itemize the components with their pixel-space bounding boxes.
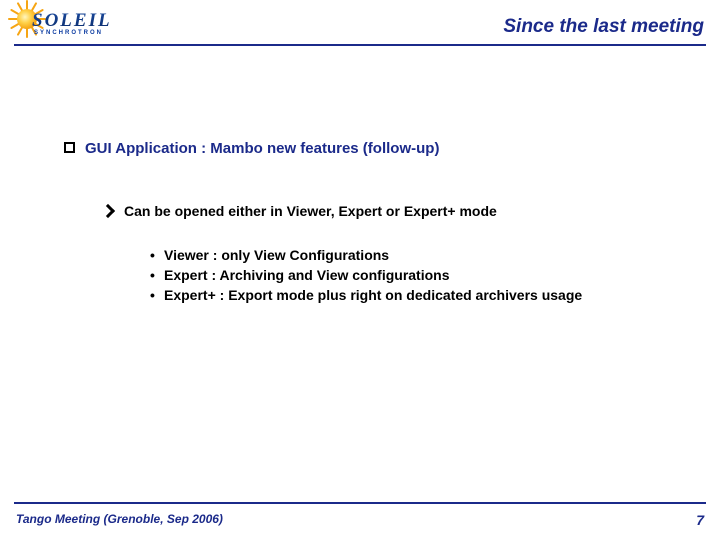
dot-bullet-icon: • bbox=[150, 267, 164, 283]
list-item-text: Viewer : only View Configurations bbox=[164, 247, 389, 263]
slide: SOLEIL SYNCHROTRON Since the last meetin… bbox=[0, 0, 720, 540]
soleil-logo: SOLEIL SYNCHROTRON bbox=[10, 2, 100, 46]
arrow-icon bbox=[102, 205, 114, 217]
logo-word: SOLEIL bbox=[32, 10, 112, 32]
footer-rule bbox=[14, 502, 706, 504]
page-title: Since the last meeting bbox=[503, 16, 704, 38]
header: SOLEIL SYNCHROTRON Since the last meetin… bbox=[0, 0, 720, 48]
content: GUI Application : Mambo new features (fo… bbox=[0, 140, 720, 307]
dot-bullet-icon: • bbox=[150, 287, 164, 303]
heading-text: GUI Application : Mambo new features (fo… bbox=[85, 140, 439, 157]
arrow-bullet: Can be opened either in Viewer, Expert o… bbox=[102, 203, 720, 219]
logo-subtitle: SYNCHROTRON bbox=[34, 30, 103, 36]
list-item-text: Expert+ : Export mode plus right on dedi… bbox=[164, 287, 582, 303]
square-bullet-icon bbox=[64, 142, 75, 153]
page-number: 7 bbox=[696, 512, 704, 528]
list-item: •Expert : Archiving and View configurati… bbox=[150, 267, 720, 283]
dot-bullet-icon: • bbox=[150, 247, 164, 263]
sub-list: •Viewer : only View Configurations •Expe… bbox=[150, 247, 720, 303]
list-item: •Viewer : only View Configurations bbox=[150, 247, 720, 263]
footer-text: Tango Meeting (Grenoble, Sep 2006) bbox=[16, 512, 223, 526]
heading-bullet: GUI Application : Mambo new features (fo… bbox=[64, 140, 720, 157]
header-rule bbox=[14, 44, 706, 46]
list-item-text: Expert : Archiving and View configuratio… bbox=[164, 267, 450, 283]
list-item: •Expert+ : Export mode plus right on ded… bbox=[150, 287, 720, 303]
arrow-text: Can be opened either in Viewer, Expert o… bbox=[124, 203, 497, 219]
